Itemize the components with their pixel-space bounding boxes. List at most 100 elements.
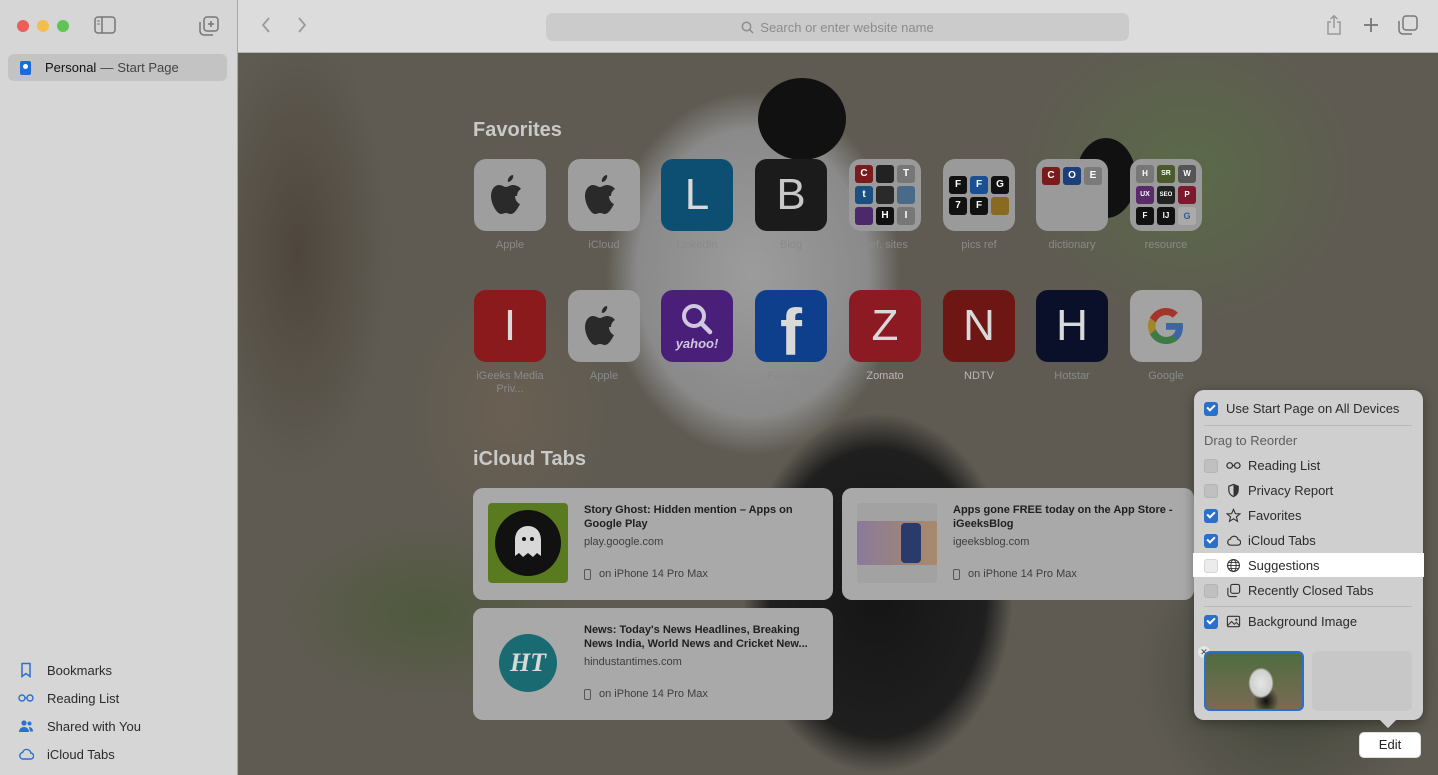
favorite-label: Ref. sites <box>862 239 908 251</box>
checkbox-unchecked[interactable] <box>1204 483 1218 498</box>
share-icon[interactable] <box>1325 14 1343 41</box>
sidebar: Personal — Start Page Bookmarks Reading … <box>0 0 238 775</box>
favorite-igeeks[interactable]: I iGeeks Media Priv... <box>473 290 547 396</box>
option-suggestions[interactable]: Suggestions <box>1204 558 1320 573</box>
google-icon <box>1148 308 1183 344</box>
sidebar-list: Bookmarks Reading List Shared with You i… <box>18 656 141 768</box>
yahoo-tile: yahoo! <box>661 290 733 362</box>
option-label: iCloud Tabs <box>1248 533 1316 548</box>
option-reading-list[interactable]: Reading List <box>1204 458 1320 473</box>
favorite-yahoo[interactable]: yahoo! Yahoo <box>660 290 734 383</box>
tile-letter: Z <box>871 301 899 350</box>
favorite-folder-dictionary[interactable]: C O E dictionary <box>1035 159 1109 252</box>
favorite-icloud[interactable]: iCloud <box>567 159 641 252</box>
favorite-folder-ref-sites[interactable]: C T t H I Ref. sites <box>848 159 922 252</box>
folder-mini-icon: E <box>1084 167 1102 185</box>
close-window-button[interactable] <box>17 20 29 32</box>
profile-name: Personal <box>45 60 97 75</box>
folder-mini-icon <box>876 165 894 183</box>
search-icon <box>682 303 713 334</box>
folder-mini-icon: F <box>1136 207 1154 225</box>
back-icon[interactable] <box>260 16 272 39</box>
edit-button[interactable]: Edit <box>1360 733 1420 757</box>
favorite-zomato[interactable]: Z Zomato <box>848 290 922 383</box>
folder-mini-icon <box>991 196 1009 215</box>
use-start-page-all-devices-checkbox[interactable]: Use Start Page on All Devices <box>1204 401 1399 416</box>
folder-mini-icon: IJ <box>1157 207 1175 225</box>
folder-tile: H SR W UX SEO P F IJ G <box>1130 159 1202 231</box>
folder-icons-grid: C O E <box>1040 165 1104 187</box>
iphone-icon <box>584 568 591 580</box>
sidebar-item-icloud-tabs[interactable]: iCloud Tabs <box>18 740 141 768</box>
shield-icon <box>1228 483 1239 498</box>
folder-icons-grid: H SR W UX SEO P F IJ G <box>1134 163 1198 227</box>
folder-tile: C O E <box>1036 159 1108 231</box>
option-label: Suggestions <box>1248 558 1320 573</box>
sidebar-toggle-icon[interactable] <box>94 16 116 36</box>
favorite-facebook[interactable]: f Facebook <box>754 290 828 383</box>
favorite-ndtv[interactable]: N NDTV <box>942 290 1016 383</box>
icloud-tab-card[interactable]: Apps gone FREE today on the App Store - … <box>842 488 1194 600</box>
checkbox-checked[interactable] <box>1204 533 1218 548</box>
option-favorites[interactable]: Favorites <box>1204 508 1301 523</box>
folder-mini-icon: P <box>1178 186 1196 204</box>
checkbox-unchecked[interactable] <box>1204 558 1218 573</box>
cloud-icon <box>1227 535 1241 546</box>
address-bar[interactable]: Search or enter website name <box>546 13 1129 41</box>
favorite-blog[interactable]: B Blog <box>754 159 828 252</box>
option-label: Reading List <box>1248 458 1321 473</box>
favorite-folder-resource[interactable]: H SR W UX SEO P F IJ G resource <box>1129 159 1203 252</box>
apple-icon <box>568 159 640 231</box>
folder-mini-icon: I <box>897 207 915 225</box>
checkbox-checked[interactable] <box>1204 401 1218 416</box>
checkbox-unchecked[interactable] <box>1204 458 1218 473</box>
new-tab-icon[interactable] <box>1362 16 1380 39</box>
tab-group-personal-start-page[interactable]: Personal — Start Page <box>8 54 227 81</box>
favorite-label: Yahoo <box>681 370 713 382</box>
folder-mini-icon: C <box>855 165 873 183</box>
favorite-apple-2[interactable]: Apple <box>567 290 641 383</box>
hotstar-tile: H <box>1036 290 1108 362</box>
favorite-folder-pics-ref[interactable]: F F G 7 F pics ref <box>942 159 1016 252</box>
tile-letter: H <box>1056 301 1088 350</box>
zomato-tile: Z <box>849 290 921 362</box>
sidebar-item-shared-with-you[interactable]: Shared with You <box>18 712 141 740</box>
folder-mini-icon: W <box>1178 165 1196 183</box>
tile-letter: B <box>776 170 806 219</box>
folder-mini-icon: G <box>1178 207 1196 225</box>
zoom-window-button[interactable] <box>57 20 69 32</box>
icloud-tab-card[interactable]: Story Ghost: Hidden mention – Apps on Go… <box>473 488 833 600</box>
favorite-google[interactable]: Google <box>1129 290 1203 383</box>
tab-device-label: on iPhone 14 Pro Max <box>968 568 1077 580</box>
glasses-icon <box>1226 462 1241 469</box>
sidebar-item-reading-list[interactable]: Reading List <box>18 684 141 712</box>
forward-icon[interactable] <box>296 16 308 39</box>
icloud-tab-card[interactable]: HT News: Today's News Headlines, Breakin… <box>473 608 833 720</box>
glasses-icon <box>18 694 34 702</box>
tab-device-label: on iPhone 14 Pro Max <box>599 568 708 580</box>
folder-tile: F F G 7 F <box>943 159 1015 231</box>
folder-mini-icon: UX <box>1136 186 1154 204</box>
checkbox-checked[interactable] <box>1204 508 1218 523</box>
favorite-apple[interactable]: Apple <box>473 159 547 252</box>
favorite-label: dictionary <box>1048 239 1096 251</box>
ndtv-tile: N <box>943 290 1015 362</box>
new-tab-group-icon[interactable] <box>199 16 221 36</box>
sidebar-item-bookmarks[interactable]: Bookmarks <box>18 656 141 684</box>
minimize-window-button[interactable] <box>37 20 49 32</box>
favorite-linkedin[interactable]: L LinkedIn <box>660 159 734 252</box>
tab-title: Apps gone FREE today on the App Store - … <box>953 504 1173 530</box>
sidebar-item-label: iCloud Tabs <box>47 746 115 762</box>
google-tile <box>1130 290 1202 362</box>
option-icloud-tabs[interactable]: iCloud Tabs <box>1204 533 1316 548</box>
title-separator: — <box>100 60 114 75</box>
folder-mini-icon: 7 <box>949 196 967 215</box>
folder-mini-icon: O <box>1063 167 1081 185</box>
page-name: Start Page <box>117 60 179 75</box>
option-label: Use Start Page on All Devices <box>1226 401 1400 416</box>
tab-overview-icon[interactable] <box>1398 15 1418 40</box>
folder-mini-icon: t <box>855 186 873 204</box>
favorite-hotstar[interactable]: H Hotstar <box>1035 290 1109 383</box>
article-image <box>857 521 937 565</box>
option-privacy-report[interactable]: Privacy Report <box>1204 483 1333 498</box>
